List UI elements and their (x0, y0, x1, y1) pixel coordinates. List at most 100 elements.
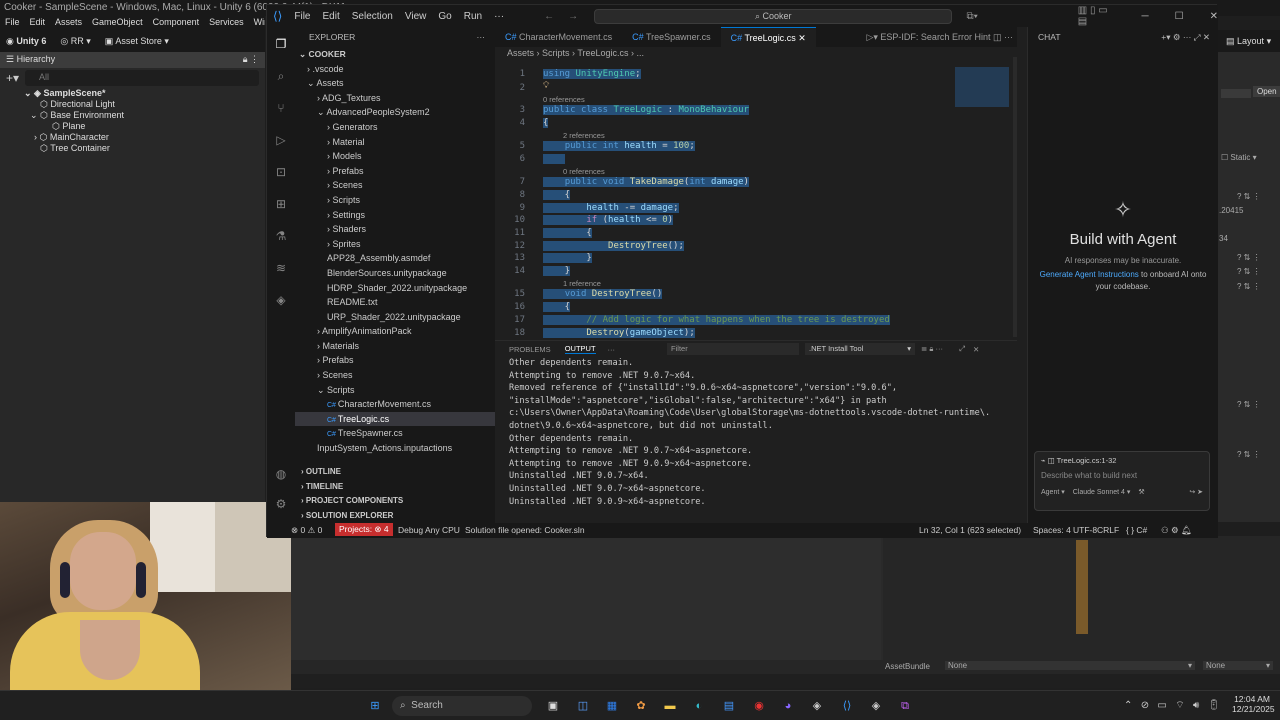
section-outline[interactable]: › OUTLINE (295, 465, 495, 480)
indentation-status[interactable]: Spaces: 4 (1033, 525, 1071, 535)
hierarchy-tab[interactable]: ☰ Hierarchy 🔒︎ ⋮ (0, 52, 265, 68)
tab-treelogic[interactable]: C# TreeLogic.cs ✕ (720, 27, 816, 47)
explorer-item[interactable]: › Sprites (295, 237, 495, 252)
agent-mode-select[interactable]: Agent ▾ (1041, 488, 1065, 496)
attach-icon[interactable]: ⌁ (1041, 456, 1046, 465)
asset-variant-select[interactable]: None ▾ (1203, 661, 1273, 670)
explorer-item[interactable]: › AmplifyAnimationPack (295, 324, 495, 339)
explorer-item[interactable]: › Shaders (295, 222, 495, 237)
minimap[interactable] (955, 67, 1009, 107)
explorer-item[interactable]: › Models (295, 149, 495, 164)
obs-icon[interactable]: ◉ (750, 697, 768, 715)
explorer-item[interactable]: BlenderSources.unitypackage (295, 266, 495, 281)
command-center-search[interactable]: ⌕ Cooker (594, 8, 953, 24)
language-status[interactable]: { } C# (1126, 525, 1147, 535)
edge-icon[interactable]: ◐ (690, 697, 708, 715)
explorer-item[interactable]: › ADG_Textures (295, 91, 495, 106)
workspace-root[interactable]: ⌄ COOKER (295, 47, 495, 62)
eol-status[interactable]: CRLF (1097, 525, 1119, 535)
explorer-item[interactable]: › Generators (295, 120, 495, 135)
hierarchy-item[interactable]: ⌄ ⬡ Base Environment (0, 110, 265, 121)
code-view[interactable]: 1 2 3 4 5 6 7 8 9 10 11 12 13 14 15 16 1… (495, 61, 955, 340)
search-icon[interactable]: ⌕ (273, 69, 289, 85)
explorer-item[interactable]: › Prefabs (295, 164, 495, 179)
panel-more-icon[interactable]: ··· (608, 345, 616, 354)
extensions-icon[interactable]: ⊞ (273, 197, 289, 213)
chat-actions-icons[interactable]: +▾ ⚙ ··· ⤢ ✕ (1161, 27, 1210, 47)
tools-icon[interactable]: ⚒ (1138, 488, 1144, 496)
output-channel-select[interactable]: .NET Install Tool ▾ (805, 343, 916, 355)
unity-menu-component[interactable]: Component (153, 17, 200, 29)
hierarchy-search-input[interactable]: All (25, 70, 259, 86)
codelens-references[interactable]: 0 references (543, 95, 585, 104)
explorer-item[interactable]: README.txt (295, 295, 495, 310)
scene-item[interactable]: ⌄ ◈ SampleScene* (0, 88, 265, 99)
copilot-icon[interactable]: ⧉▾ (966, 11, 977, 22)
explorer-item[interactable]: › Scenes (295, 368, 495, 383)
run-debug-icon[interactable]: ▷ (273, 133, 289, 149)
explorer-item[interactable]: › Scenes (295, 178, 495, 193)
menu-more[interactable]: ··· (494, 11, 504, 22)
back-arrow-icon[interactable]: ← (544, 11, 554, 22)
help-icon[interactable]: ? ⇅ ⋮ (1237, 267, 1261, 276)
open-button[interactable]: Open (1253, 86, 1280, 97)
static-toggle[interactable]: ☐ Static ▾ (1221, 153, 1257, 162)
help-icon[interactable]: ? ⇅ ⋮ (1237, 253, 1261, 262)
file-explorer-icon[interactable]: ▬ (661, 697, 679, 715)
status-icons[interactable]: ⚇ ⚙ 🔔︎ (1161, 525, 1192, 536)
unity-menu-services[interactable]: Services (209, 17, 244, 29)
testing-icon[interactable]: ⚗ (273, 229, 289, 245)
maximize-icon[interactable]: ☐ (1175, 11, 1184, 22)
minimize-icon[interactable]: ─ (1142, 11, 1149, 22)
unity-menu-edit[interactable]: Edit (30, 17, 46, 29)
explorer-item[interactable]: › .vscode (295, 62, 495, 77)
model-select[interactable]: Claude Sonnet 4 ▾ (1073, 488, 1131, 496)
explorer-item[interactable]: › Prefabs (295, 353, 495, 368)
tray-icons[interactable]: ⌃ ⊘ ▭ ⌔ 🔊︎ 🔋︎ (1124, 699, 1220, 712)
explorer-item[interactable]: HDRP_Shader_2022.unitypackage (295, 281, 495, 296)
copilot-icon[interactable]: ✿ (632, 697, 650, 715)
help-icon[interactable]: ? ⇅ ⋮ (1237, 450, 1261, 459)
unity-icon[interactable]: ◈ (273, 293, 289, 309)
send-icon[interactable]: ↪ ➤ (1189, 488, 1203, 496)
explorer-item[interactable]: InputSystem_Actions.inputactions (295, 441, 495, 456)
docker-icon[interactable]: ≋ (273, 261, 289, 277)
rr-button[interactable]: ◎ RR ▾ (60, 36, 90, 47)
asset-store-button[interactable]: ▣ Asset Store ▾ (105, 36, 169, 47)
explorer-item[interactable]: › Settings (295, 208, 495, 223)
explorer-item[interactable]: URP_Shader_2022.unitypackage (295, 310, 495, 325)
taskbar-clock[interactable]: 12:04 AM 12/21/2025 (1232, 694, 1275, 714)
visual-studio-icon[interactable]: ⧉ (896, 697, 914, 715)
chat-input[interactable]: Describe what to build next (1035, 469, 1209, 482)
panel-action-icons[interactable]: ≣ 🔒︎ ··· (921, 344, 943, 354)
section-timeline[interactable]: › TIMELINE (295, 480, 495, 495)
unity-hub-icon[interactable]: ◈ (808, 697, 826, 715)
menu-edit[interactable]: Edit (323, 11, 340, 22)
explorer-item[interactable]: C# TreeLogic.cs (295, 411, 495, 427)
asset-bundle-select[interactable]: None ▾ (945, 661, 1195, 670)
tab-output[interactable]: OUTPUT (564, 344, 596, 354)
explorer-item[interactable]: › Materials (295, 339, 495, 354)
explorer-more-icon[interactable]: ··· (477, 27, 486, 47)
calculator-icon[interactable]: ▤ (720, 697, 738, 715)
unity-menu-window[interactable]: Window (254, 17, 265, 29)
panel-close-icon[interactable]: ✕ (973, 345, 979, 354)
explorer-item[interactable]: C# TreeSpawner.cs (295, 426, 495, 441)
output-filter-input[interactable]: Filter (667, 343, 800, 355)
task-view-icon[interactable]: ▣ (544, 697, 562, 715)
projects-status[interactable]: Projects: ⊗ 4 (335, 523, 393, 536)
source-control-icon[interactable]: ⑂ (273, 101, 289, 117)
close-icon[interactable]: ✕ (1210, 11, 1218, 22)
remote-icon[interactable]: ⊡ (273, 165, 289, 181)
unity-account-button[interactable]: ◉ Unity 6 (6, 36, 46, 47)
menu-selection[interactable]: Selection (352, 11, 393, 22)
chat-context-chip[interactable]: ⌁ ◫ TreeLogic.cs:1-32 (1035, 452, 1209, 469)
explorer-item[interactable]: › Scripts (295, 193, 495, 208)
discord-icon[interactable]: ◕ (779, 697, 797, 715)
cursor-position[interactable]: Ln 32, Col 1 (623 selected) (919, 525, 1021, 535)
taskbar-search[interactable]: ⌕ Search (392, 696, 532, 716)
help-icon[interactable]: ? ⇅ ⋮ (1237, 400, 1261, 409)
section-project-components[interactable]: › PROJECT COMPONENTS (295, 494, 495, 509)
run-button[interactable]: ▷▾ ESP-IDF: Search Error Hint ◫ ··· (856, 27, 1017, 47)
codelens-references[interactable]: 2 references (563, 131, 605, 140)
